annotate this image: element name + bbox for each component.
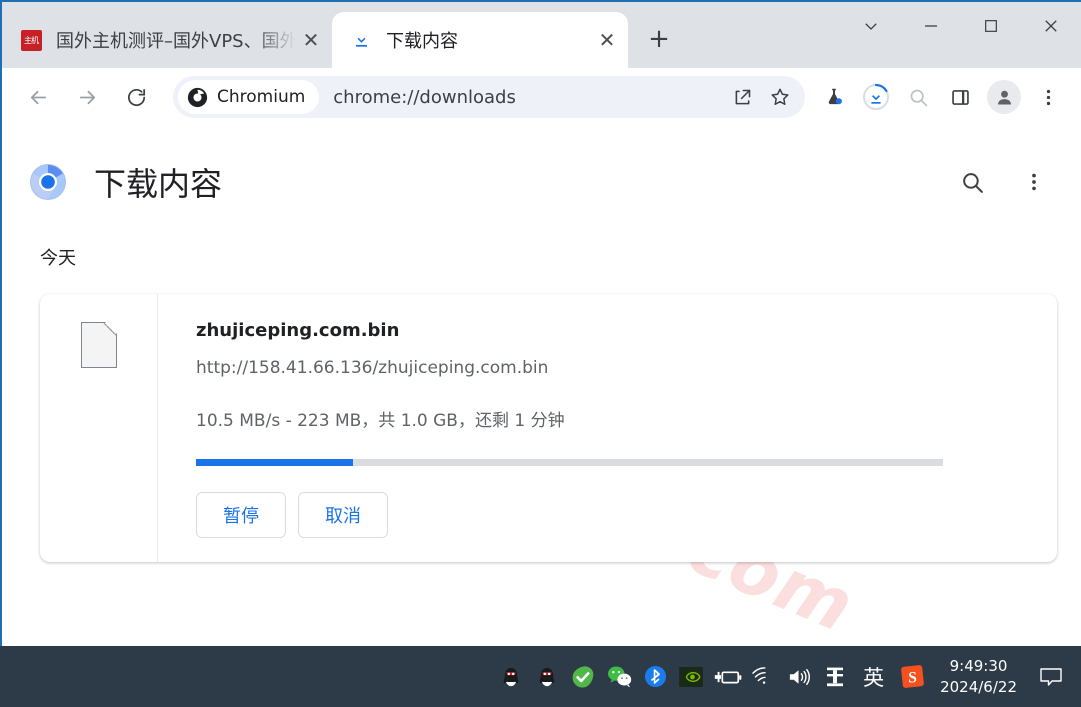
minimize-button[interactable] <box>901 2 961 50</box>
qq-icon-2[interactable] <box>529 657 565 697</box>
downloads-header-actions <box>955 165 1051 199</box>
clock-time: 9:49:30 <box>949 656 1008 675</box>
download-item-body: zhujiceping.com.bin http://158.41.66.136… <box>158 294 1057 562</box>
bluetooth-icon[interactable] <box>637 657 673 697</box>
three-dot-menu-icon[interactable] <box>1027 76 1069 118</box>
avatar-icon[interactable] <box>987 80 1021 114</box>
tab-close-icon-downloads[interactable]: ✕ <box>592 25 622 55</box>
downloads-menu-icon[interactable] <box>1017 165 1051 199</box>
chromium-logo-icon <box>30 164 66 200</box>
battery-icon[interactable] <box>709 657 745 697</box>
tab-close-icon-hosting-review[interactable]: ✕ <box>296 25 326 55</box>
star-icon[interactable] <box>761 78 799 116</box>
download-file-url[interactable]: http://158.41.66.136/zhujiceping.com.bin <box>196 358 1057 378</box>
wechat-icon[interactable] <box>601 657 637 697</box>
chromium-chip[interactable]: Chromium <box>178 80 320 114</box>
clock-date: 2024/6/22 <box>940 677 1017 696</box>
input-method-tray-icon[interactable] <box>817 657 853 697</box>
tab-favicon-hosting-review: 主机 <box>20 29 42 51</box>
wifi-icon[interactable] <box>745 657 781 697</box>
downloads-group-label: 今天 <box>40 248 76 269</box>
close-window-button[interactable] <box>1021 2 1081 50</box>
address-bar[interactable]: Chromium chrome://downloads <box>173 76 805 118</box>
nvidia-icon[interactable] <box>673 657 709 697</box>
new-tab-button[interactable]: + <box>640 20 678 58</box>
reload-icon[interactable] <box>116 77 156 117</box>
tab-strip: 主机 国外主机测评–国外VPS、国外 ✕ 下载内容 ✕ + <box>2 2 1081 68</box>
search-icon[interactable] <box>897 76 939 118</box>
download-item-card: zhujiceping.com.bin http://158.41.66.136… <box>40 294 1057 562</box>
download-item-icon-column <box>40 294 158 562</box>
page-title: 下载内容 <box>94 165 223 203</box>
tab-inactive-hosting-review[interactable]: 主机 国外主机测评–国外VPS、国外 ✕ <box>2 12 332 68</box>
file-icon <box>80 321 118 368</box>
download-status-text: 10.5 MB/s - 223 MB，共 1.0 GB，还剩 1 分钟 <box>196 411 565 431</box>
window-controls <box>841 2 1081 50</box>
sogou-input-icon[interactable]: S <box>894 657 930 697</box>
download-progress-icon[interactable] <box>855 76 897 118</box>
omnibox-actions <box>723 78 799 116</box>
download-progress-fill <box>196 459 353 466</box>
tab-title-hosting-review: 国外主机测评–国外VPS、国外 <box>56 31 296 52</box>
tab-search-button[interactable] <box>841 2 901 50</box>
taskbar-clock[interactable]: 9:49:30 2024/6/22 <box>930 656 1031 698</box>
back-arrow-icon[interactable] <box>18 77 58 117</box>
pause-button[interactable]: 暂停 <box>196 492 286 538</box>
forward-arrow-icon[interactable] <box>67 77 107 117</box>
browser-toolbar: Chromium chrome://downloads <box>2 68 1081 126</box>
volume-icon[interactable] <box>781 657 817 697</box>
downloads-search-icon[interactable] <box>955 165 989 199</box>
system-tray: 英 S 9:49:30 2024/6/22 <box>493 656 1071 698</box>
download-icon <box>350 29 372 51</box>
share-icon[interactable] <box>723 78 761 116</box>
tab-title-downloads: 下载内容 <box>386 31 458 52</box>
security-check-icon[interactable] <box>565 657 601 697</box>
cancel-button[interactable]: 取消 <box>298 492 388 538</box>
chromium-chip-label: Chromium <box>217 87 306 107</box>
ime-language-indicator[interactable]: 英 <box>853 662 894 692</box>
download-item-actions: 暂停 取消 <box>196 492 1057 538</box>
qq-icon-1[interactable] <box>493 657 529 697</box>
side-panel-icon[interactable] <box>939 76 981 118</box>
address-bar-url[interactable]: chrome://downloads <box>333 87 723 108</box>
windows-taskbar: 英 S 9:49:30 2024/6/22 <box>0 646 1081 707</box>
downloads-page-header: 下载内容 <box>2 126 1081 212</box>
svg-text:S: S <box>908 669 917 686</box>
browser-window: 主机 国外主机测评–国外VPS、国外 ✕ 下载内容 ✕ + Chromium c… <box>0 0 1081 646</box>
flask-icon[interactable] <box>813 76 855 118</box>
downloads-page: zhujiceping.com 下载内容 <box>2 126 1081 646</box>
hosting-review-favicon: 主机 <box>20 29 42 51</box>
notification-icon[interactable] <box>1031 657 1071 697</box>
chromium-chip-icon <box>187 87 208 107</box>
download-file-name[interactable]: zhujiceping.com.bin <box>196 320 1057 341</box>
download-progress-bar <box>196 459 943 466</box>
tab-active-downloads[interactable]: 下载内容 ✕ <box>332 12 628 68</box>
maximize-button[interactable] <box>961 2 1021 50</box>
